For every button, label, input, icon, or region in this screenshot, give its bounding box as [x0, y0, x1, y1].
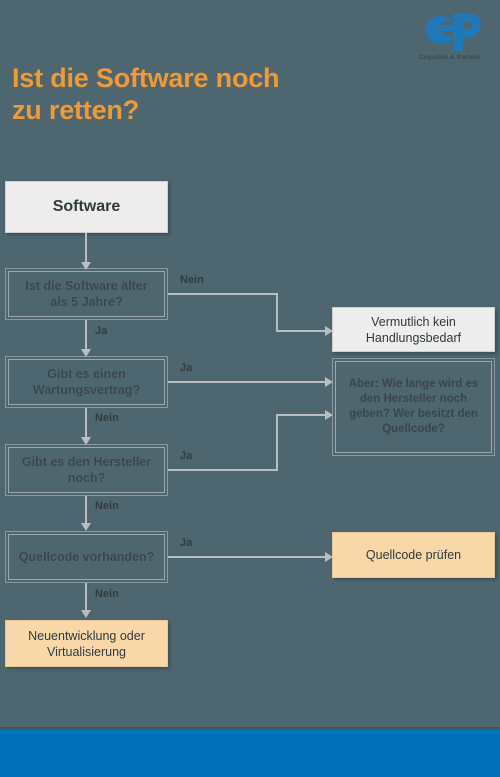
- edge-label-maintenance-nein: Nein: [95, 412, 119, 424]
- edge-sourcecode-rebuild-line: [85, 583, 87, 611]
- edge-label-age-nein: Nein: [180, 274, 204, 286]
- node-caveat-note: Aber: Wie lange wird es den Hersteller n…: [332, 358, 495, 456]
- logo-caption: Cegedim & Partner: [419, 54, 481, 61]
- edge-vendor-caveat-v: [276, 414, 278, 471]
- page-title-line1: Ist die Software noch: [12, 63, 280, 93]
- edge-age-maintenance-arrow: [81, 349, 91, 357]
- edge-label-maintenance-ja: Ja: [180, 362, 193, 374]
- node-noaction-result: Vermutlich kein Handlungsbedarf: [332, 307, 495, 352]
- edge-label-sourcecode-ja: Ja: [180, 537, 193, 549]
- edge-label-age-ja: Ja: [95, 325, 108, 337]
- edge-software-age-line: [85, 233, 87, 263]
- node-software-label: Software: [52, 198, 121, 215]
- edge-age-noaction-arrow: [325, 326, 333, 336]
- infographic-page: Cegedim & Partner Ist die Software noch …: [0, 0, 500, 777]
- edge-maintenance-caveat-h: [168, 381, 326, 383]
- node-vendor-decision: Gibt es den Hersteller noch?: [5, 444, 168, 496]
- edge-sourcecode-checksource-h: [168, 556, 326, 558]
- node-age-decision: Ist die Software älter als 5 Jahre?: [5, 268, 168, 320]
- node-age-label: Ist die Software älter als 5 Jahre?: [25, 279, 148, 309]
- node-rebuild-result: Neuentwicklung oder Virtualisierung: [5, 620, 168, 667]
- node-maintenance-decision: Gibt es einen Wartungsvertrag?: [5, 356, 168, 408]
- edge-age-noaction-h1: [168, 293, 278, 295]
- company-logo: Cegedim & Partner: [405, 10, 495, 72]
- edge-vendor-caveat-h1: [168, 469, 278, 471]
- node-checksource-label: Quellcode prüfen: [365, 548, 462, 562]
- edge-label-vendor-nein: Nein: [95, 500, 119, 512]
- node-caveat-label: Aber: Wie lange wird es den Hersteller n…: [348, 378, 479, 435]
- node-rebuild-label: Neuentwicklung oder Virtualisierung: [28, 628, 145, 659]
- cp-monogram-icon: [417, 10, 483, 54]
- edge-maintenance-vendor-line: [85, 408, 87, 438]
- node-vendor-label: Gibt es den Hersteller noch?: [21, 455, 152, 485]
- page-title-line2: zu retten?: [12, 95, 140, 125]
- node-checksource-result: Quellcode prüfen: [332, 532, 495, 578]
- edge-sourcecode-rebuild-arrow: [81, 610, 91, 618]
- edge-software-age-arrow: [81, 262, 91, 270]
- page-title: Ist die Software noch zu retten?: [12, 62, 352, 126]
- node-software: Software: [5, 181, 168, 233]
- edge-label-vendor-ja: Ja: [180, 450, 193, 462]
- edge-vendor-caveat-arrow: [325, 410, 333, 420]
- node-sourcecode-decision: Quellcode vorhanden?: [5, 531, 168, 583]
- edge-age-noaction-h2: [276, 330, 326, 332]
- edge-age-noaction-v: [276, 293, 278, 332]
- edge-vendor-caveat-h2: [276, 414, 326, 416]
- edge-age-maintenance-line: [85, 320, 87, 350]
- node-sourcecode-label: Quellcode vorhanden?: [18, 550, 155, 564]
- node-maintenance-label: Gibt es einen Wartungsvertrag?: [32, 367, 141, 397]
- edge-vendor-sourcecode-arrow: [81, 523, 91, 531]
- edge-sourcecode-checksource-arrow: [325, 552, 333, 562]
- edge-vendor-sourcecode-line: [85, 496, 87, 524]
- edge-maintenance-caveat-arrow: [325, 377, 333, 387]
- node-noaction-label: Vermutlich kein Handlungsbedarf: [365, 314, 462, 345]
- edge-maintenance-vendor-arrow: [81, 437, 91, 445]
- footer-bar: [0, 729, 500, 777]
- edge-label-sourcecode-nein: Nein: [95, 588, 119, 600]
